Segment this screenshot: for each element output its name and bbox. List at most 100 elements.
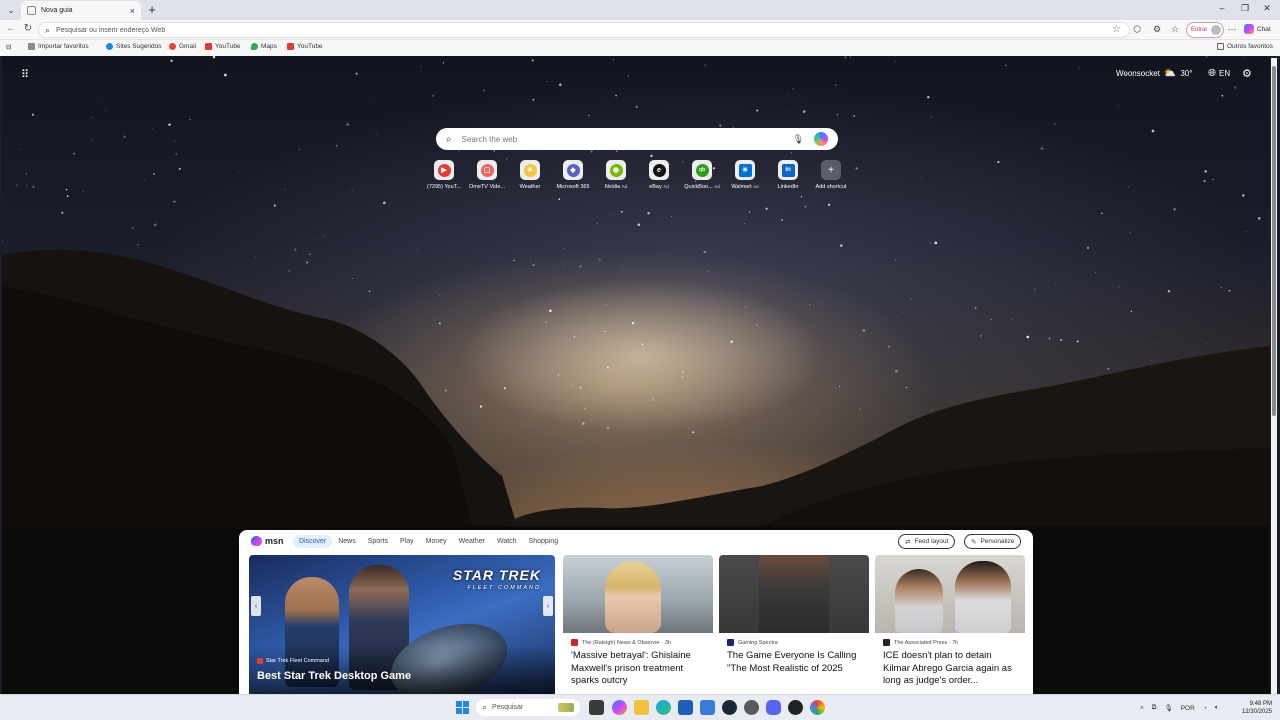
more-options-icon[interactable]: ⋯ xyxy=(1226,24,1238,35)
window-close-button[interactable]: ✕ xyxy=(1257,3,1277,14)
feed-tab-play[interactable]: Play xyxy=(394,535,420,548)
bookmark-label: YouTube xyxy=(297,43,323,50)
shortcut-linkedin[interactable]: in LinkedIn xyxy=(766,160,810,190)
copilot-chat-button[interactable]: Chat xyxy=(1244,24,1271,34)
microphone-icon[interactable]: 🎙︎ xyxy=(793,134,804,145)
shortcut-label-text: QuickBoo... xyxy=(684,184,713,190)
chrome-icon[interactable] xyxy=(810,700,825,715)
news-card-headline: 'Massive betrayal': Ghislaine Maxwell's … xyxy=(571,650,691,686)
collections-icon[interactable]: ⊟ xyxy=(6,43,11,51)
bookmark-item[interactable]: Sites Sugeridos xyxy=(106,43,162,50)
feed-tab-news[interactable]: News xyxy=(332,535,362,548)
feed-tab-discover[interactable]: Discover xyxy=(293,535,333,548)
extensions-icon[interactable]: ⬡ xyxy=(1131,24,1143,35)
shortcut-youtube[interactable]: ▶ (7295) YouT... xyxy=(422,160,466,190)
bookmark-label: Importar favoritos xyxy=(38,43,89,50)
settings-gear-icon[interactable]: ⚙ xyxy=(1242,67,1252,80)
volume-icon[interactable]: 🔈︎ xyxy=(1215,704,1219,712)
bookmark-label: Sites Sugeridos xyxy=(116,43,162,50)
feed-tab-watch[interactable]: Watch xyxy=(491,535,523,548)
bookmark-item[interactable]: YouTube xyxy=(287,43,323,50)
feed-tab-shopping[interactable]: Shopping xyxy=(523,535,565,548)
news-card[interactable]: Gaming Spectra The Game Everyone Is Call… xyxy=(719,555,869,694)
shortcut-ebay[interactable]: e eBay Ad xyxy=(637,160,681,190)
copilot-icon[interactable] xyxy=(814,132,828,146)
clock[interactable]: 9:48 PM 12/30/2025 xyxy=(1238,700,1272,716)
windows-start-button[interactable] xyxy=(456,701,469,714)
news-card[interactable]: The (Raleigh) News & Observer · 3h 'Mass… xyxy=(563,555,713,694)
hero-card[interactable]: STAR TREK FLEET COMMAND Star Trek Fleet C… xyxy=(249,555,555,694)
refresh-button[interactable]: ↻ xyxy=(21,23,35,34)
chevron-up-icon[interactable]: ˄ xyxy=(1140,705,1144,712)
back-button[interactable]: ← xyxy=(4,23,18,34)
steam-icon[interactable] xyxy=(722,700,737,715)
nvidia-icon: ◉ xyxy=(609,163,623,177)
shortcut-nvidia[interactable]: ◉ Nvidia Ad xyxy=(594,160,638,190)
feed-tab-weather[interactable]: Weather xyxy=(453,535,491,548)
maximize-button[interactable]: ❐ xyxy=(1235,3,1255,14)
minimize-button[interactable]: – xyxy=(1212,3,1232,13)
shortcut-weather[interactable]: ☀ Weather xyxy=(508,160,552,190)
weather-city: Woonsocket xyxy=(1116,69,1160,78)
personalize-button[interactable]: ✎ Personalize xyxy=(964,534,1022,549)
shortcut-walmart[interactable]: ✳ Walmart Ad xyxy=(723,160,767,190)
language-button[interactable]: 🌐︎ EN xyxy=(1208,68,1230,79)
tab-title: Nova guia xyxy=(41,7,73,14)
feed-tab-money[interactable]: Money xyxy=(420,535,453,548)
task-view-icon[interactable] xyxy=(589,700,604,715)
discord-icon[interactable] xyxy=(766,700,781,715)
taskbar-search[interactable]: ⌕ Pesquisar xyxy=(476,699,580,716)
mail-icon[interactable] xyxy=(700,700,715,715)
camera-icon[interactable]: ⧉ xyxy=(1152,704,1157,712)
feed-tab-sports[interactable]: Sports xyxy=(362,535,394,548)
close-icon[interactable]: × xyxy=(130,6,135,16)
shortcut-microsoft-365[interactable]: ◆ Microsoft 365 xyxy=(551,160,595,190)
bookmark-item[interactable]: Gmail xyxy=(169,43,196,50)
file-explorer-icon[interactable] xyxy=(634,700,649,715)
edge-taskbar-icon[interactable] xyxy=(656,700,671,715)
favorite-star-icon[interactable]: ☆ xyxy=(1112,24,1121,35)
shortcut-ometv[interactable]: ▢ OmeTV Vide... xyxy=(465,160,509,190)
signin-button[interactable]: Entrar xyxy=(1186,22,1224,38)
msn-logo[interactable]: msn xyxy=(251,536,284,546)
app-icon[interactable] xyxy=(788,700,803,715)
scrollbar-thumb[interactable] xyxy=(1272,66,1276,416)
shortcut-quickbooks[interactable]: qb QuickBoo... Ad xyxy=(680,160,724,190)
taskbar-search-placeholder: Pesquisar xyxy=(492,704,524,711)
feed-layout-button[interactable]: ⇄ Feed layout xyxy=(898,534,956,549)
copilot-taskbar-icon[interactable] xyxy=(612,700,627,715)
carousel-next-button[interactable]: › xyxy=(543,596,553,616)
tab-new-tab[interactable]: Nova guia × xyxy=(21,1,141,20)
input-language[interactable]: POR xyxy=(1181,705,1195,712)
microphone-icon[interactable]: 🎙︎ xyxy=(1164,704,1172,712)
tab-actions-menu-button[interactable]: ⌄ xyxy=(4,3,18,17)
page-scrollbar[interactable] xyxy=(1271,58,1277,694)
bookmark-item[interactable]: Importar favoritos xyxy=(28,43,89,50)
favorites-icon[interactable]: ☆ xyxy=(1169,24,1181,35)
web-search-box[interactable]: ⌕ Search the web 🎙︎ xyxy=(436,128,838,150)
clock-date: 12/30/2025 xyxy=(1241,709,1272,715)
browser-essentials-icon[interactable]: ⚙ xyxy=(1151,24,1163,35)
address-bar[interactable]: ⌕ Pesquisar ou inserir endereço Web ☆ xyxy=(38,22,1130,38)
store-icon[interactable] xyxy=(678,700,693,715)
source-logo-icon xyxy=(571,639,578,646)
source-logo-icon xyxy=(727,639,734,646)
other-favorites[interactable]: Outros favoritos xyxy=(1217,43,1273,50)
shortcut-label-text: Nvidia xyxy=(604,184,621,190)
bookmark-item[interactable]: Maps xyxy=(251,43,277,50)
settings-app-icon[interactable] xyxy=(744,700,759,715)
favorites-bar: ⊟ Importar favoritos Sites Sugeridos Gma… xyxy=(0,40,1280,56)
news-card[interactable]: The Associated Press · 7h ICE doesn't pl… xyxy=(875,555,1025,694)
apps-grid-icon[interactable]: ⠿ xyxy=(18,68,32,81)
other-favorites-label: Outros favoritos xyxy=(1227,43,1273,50)
new-tab-button[interactable]: + xyxy=(145,2,159,17)
wifi-icon[interactable]: ◔ xyxy=(1203,705,1207,712)
news-card-source: Gaming Spectra xyxy=(727,639,869,646)
add-shortcut-button[interactable]: + Add shortcut xyxy=(809,160,853,190)
new-tab-page: ⠿ Woonsocket ⛅ 30° 🌐︎ EN ⚙ ⌕ Search the … xyxy=(2,56,1270,694)
shortcut-label-text: Walmart xyxy=(731,184,752,190)
ometv-icon: ▢ xyxy=(480,163,494,177)
carousel-prev-button[interactable]: ‹ xyxy=(251,596,261,616)
weather-widget[interactable]: Woonsocket ⛅ 30° xyxy=(1116,68,1192,79)
bookmark-item[interactable]: YouTube xyxy=(205,43,241,50)
